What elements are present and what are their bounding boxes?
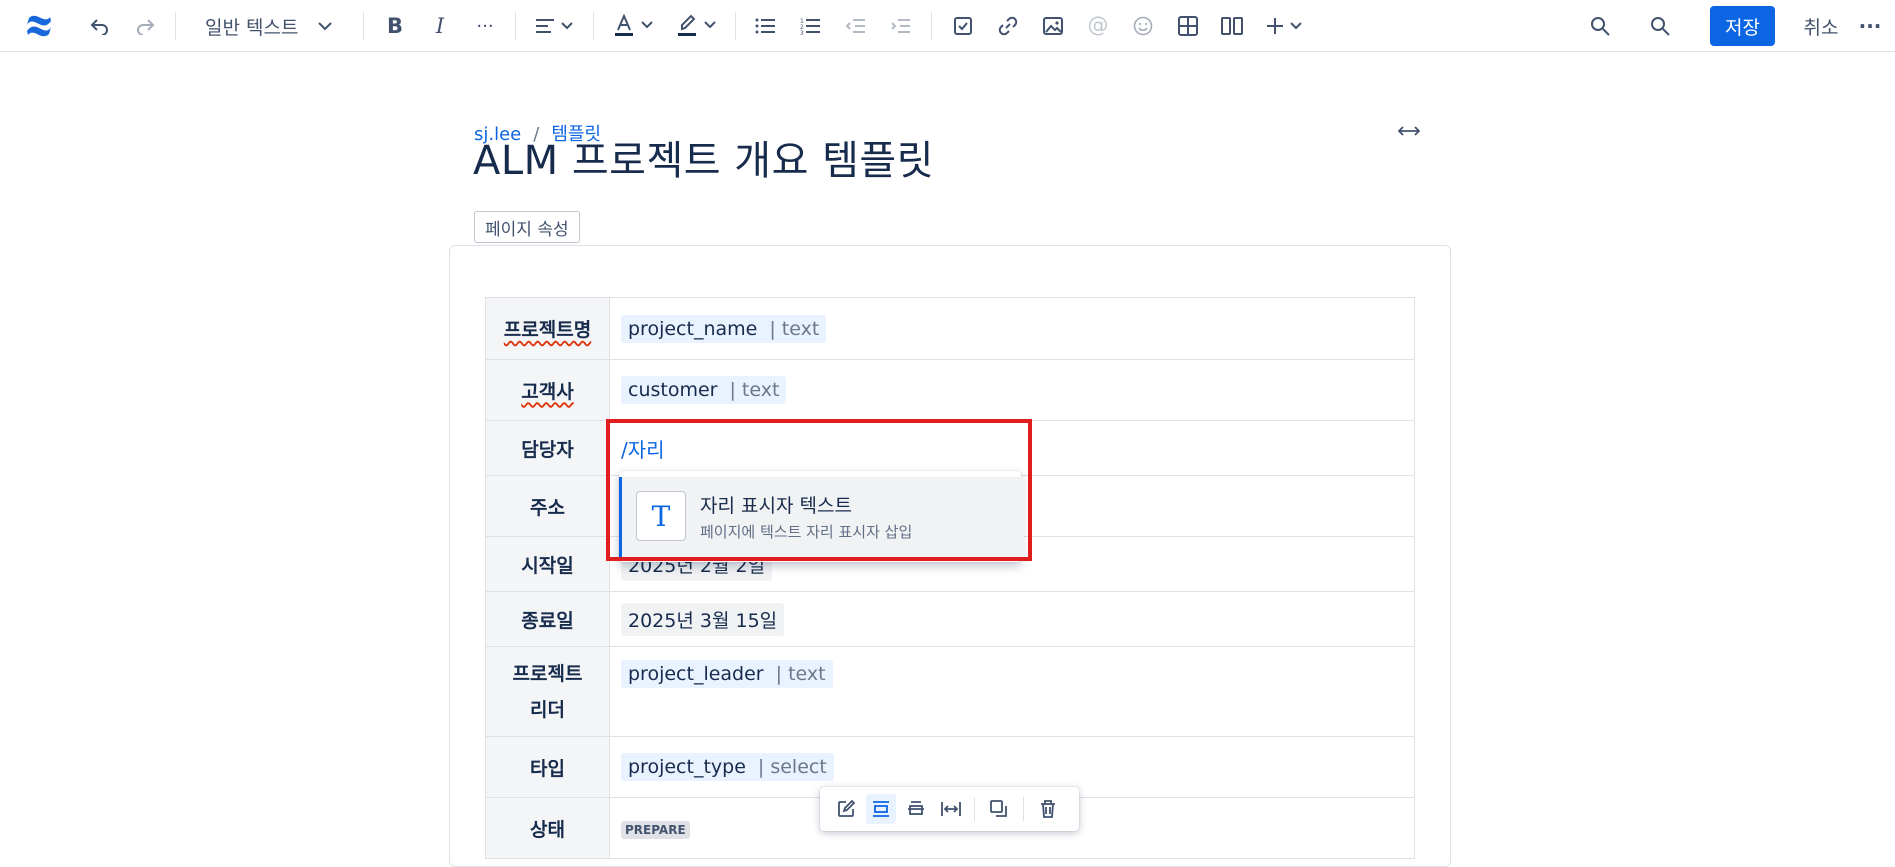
row-header[interactable]: 타입 xyxy=(485,736,610,798)
chip-type: | select xyxy=(757,756,827,778)
row-header[interactable]: 주소 xyxy=(485,475,610,537)
chip-type: | text xyxy=(769,317,820,340)
page-title[interactable]: ALM 프로젝트 개요 템플릿 xyxy=(473,128,934,186)
placeholder-chip[interactable]: project_type | select xyxy=(621,753,834,781)
text-style-label: 일반 텍스트 xyxy=(205,16,299,39)
insert-more-icon[interactable] xyxy=(1264,11,1308,41)
table-floating-toolbar xyxy=(820,787,1079,831)
edit-icon[interactable] xyxy=(831,794,861,824)
full-width-layout-icon[interactable] xyxy=(936,794,966,824)
row-header[interactable]: 프로젝트리더 xyxy=(485,646,610,737)
editor-toolbar: 일반 텍스트 B I ··· 123 @ 저장 취소 ··· xyxy=(0,0,1895,52)
delete-trash-icon[interactable] xyxy=(1033,794,1063,824)
chip-type: | text xyxy=(729,379,780,401)
outdent-icon[interactable] xyxy=(841,12,869,40)
row-header[interactable]: 담당자 xyxy=(485,420,610,476)
undo-icon[interactable] xyxy=(86,12,114,40)
chip-label: project_leader xyxy=(628,663,764,685)
image-icon[interactable] xyxy=(1039,12,1067,40)
italic-icon[interactable]: I xyxy=(425,11,455,41)
table-row: 프로젝트리더 project_leader | text xyxy=(485,646,1415,737)
text-style-dropdown[interactable]: 일반 텍스트 xyxy=(205,10,333,42)
full-width-toggle-icon[interactable] xyxy=(1397,122,1421,141)
chip-label: project_type xyxy=(628,756,746,778)
table-row: 프로젝트명 project_name | text xyxy=(485,297,1415,360)
confluence-logo-icon[interactable] xyxy=(24,12,54,40)
bullet-list-icon[interactable] xyxy=(751,12,779,40)
placeholder-chip[interactable]: project_leader | text xyxy=(621,660,833,688)
row-label-line2: 리더 xyxy=(530,698,565,721)
numbered-list-icon[interactable]: 123 xyxy=(796,12,824,40)
highlight-color-icon[interactable] xyxy=(675,10,721,40)
status-badge[interactable]: PREPARE xyxy=(621,821,690,839)
row-header[interactable]: 시작일 xyxy=(485,536,610,592)
chip-label: project_name xyxy=(628,317,758,340)
properties-table: 프로젝트명 project_name | text 고객사 customer | t… xyxy=(485,297,1415,859)
row-label: 주소 xyxy=(530,496,565,519)
emoji-icon[interactable] xyxy=(1129,12,1157,40)
table-row: 고객사 customer | text xyxy=(485,359,1415,421)
redo-icon[interactable] xyxy=(131,12,159,40)
row-header[interactable]: 종료일 xyxy=(485,591,610,647)
link-icon[interactable] xyxy=(994,12,1022,40)
row-label: 종료일 xyxy=(521,609,574,632)
svg-text:3: 3 xyxy=(800,30,804,35)
wrap-layout-icon[interactable] xyxy=(901,794,931,824)
chip-type: | text xyxy=(775,663,826,685)
more-formatting-icon[interactable]: ··· xyxy=(470,11,500,41)
row-value-cell[interactable]: 2025년 3월 15일 xyxy=(609,591,1415,647)
table-icon[interactable] xyxy=(1174,12,1202,40)
row-label: 시작일 xyxy=(521,554,574,577)
align-center-layout-icon[interactable] xyxy=(866,794,896,824)
align-icon[interactable] xyxy=(533,12,577,40)
page-properties-label[interactable]: 페이지 속성 xyxy=(474,211,580,243)
row-header[interactable]: 상태 xyxy=(485,797,610,859)
row-value-cell[interactable]: customer | text xyxy=(609,359,1415,421)
table-row: 종료일 2025년 3월 15일 xyxy=(485,591,1415,647)
row-header[interactable]: 프로젝트명 xyxy=(485,297,610,360)
row-value-cell[interactable]: project_leader | text xyxy=(609,646,1415,737)
save-button[interactable]: 저장 xyxy=(1710,6,1775,46)
placeholder-chip[interactable]: project_name | text xyxy=(621,314,827,343)
row-label: 타입 xyxy=(530,757,565,780)
more-options-icon[interactable]: ··· xyxy=(1854,12,1886,40)
indent-icon[interactable] xyxy=(886,12,914,40)
date-chip[interactable]: 2025년 3월 15일 xyxy=(621,602,785,636)
row-value-cell[interactable]: project_name | text xyxy=(609,297,1415,360)
row-header[interactable]: 고객사 xyxy=(485,359,610,421)
highlight-annotation-box xyxy=(606,419,1032,561)
placeholder-chip[interactable]: customer | text xyxy=(621,376,787,404)
cancel-button[interactable]: 취소 xyxy=(1795,8,1847,44)
chevron-down-icon xyxy=(318,21,333,31)
row-label: 상태 xyxy=(530,818,565,841)
copy-icon[interactable] xyxy=(984,794,1014,824)
row-label-line1: 프로젝트 xyxy=(512,662,583,685)
task-checkbox-icon[interactable] xyxy=(949,12,977,40)
row-label: 고객사 xyxy=(521,380,574,403)
row-label: 담당자 xyxy=(521,438,574,461)
search-icon[interactable] xyxy=(1646,12,1674,40)
mention-icon[interactable]: @ xyxy=(1084,10,1112,40)
bold-icon[interactable]: B xyxy=(380,11,410,41)
row-label: 프로젝트명 xyxy=(503,319,592,341)
find-replace-icon[interactable] xyxy=(1586,12,1614,40)
text-color-icon[interactable] xyxy=(612,10,658,40)
chip-label: customer xyxy=(628,379,718,401)
layout-icon[interactable] xyxy=(1218,12,1246,40)
